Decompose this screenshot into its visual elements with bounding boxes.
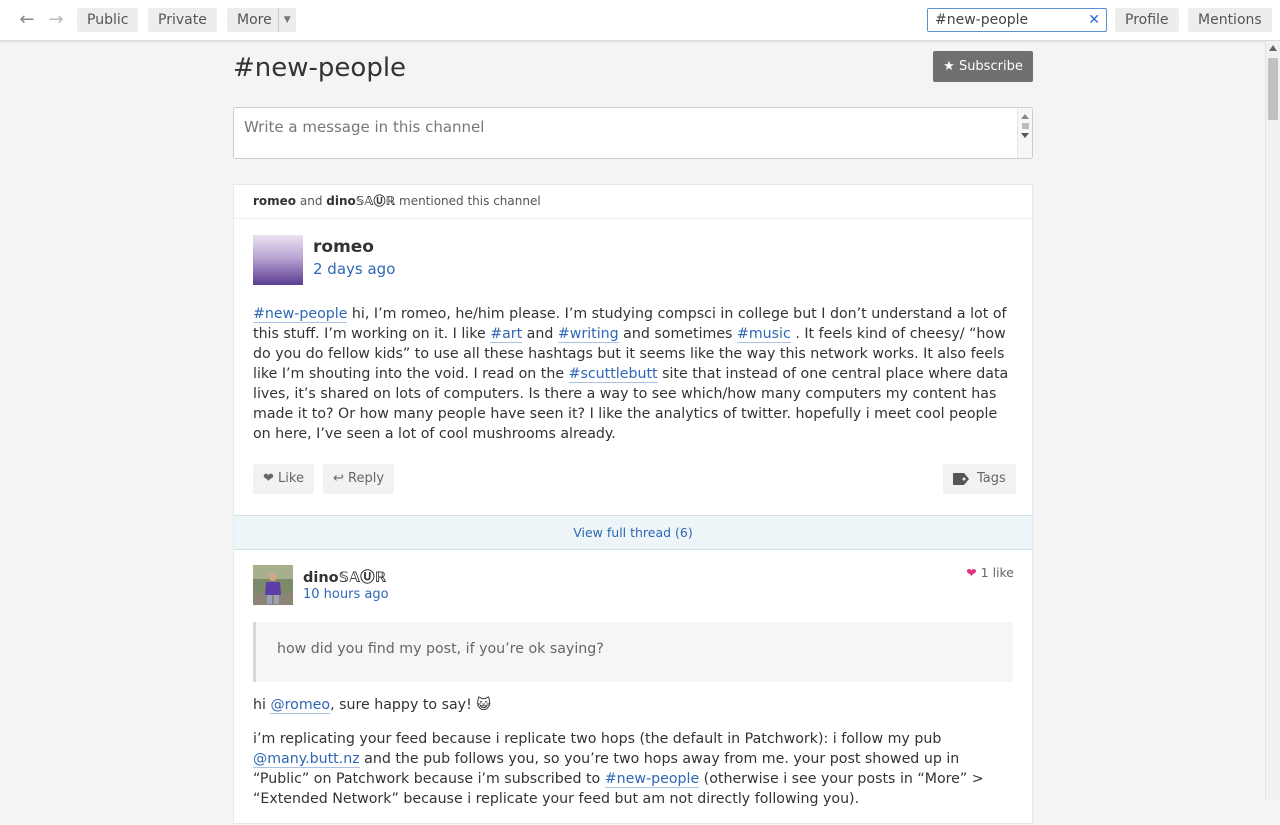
post-timestamp[interactable]: 2 days ago [313, 260, 395, 278]
like-count-label: 1 like [980, 565, 1014, 580]
post-paragraph: hi @romeo, sure happy to say! 😺 [253, 695, 1014, 715]
mention-link[interactable]: @romeo [270, 697, 331, 714]
tab-mentions[interactable]: Mentions [1188, 8, 1272, 32]
page-scrollbar[interactable] [1265, 41, 1280, 800]
post-text: and sometimes [618, 326, 737, 342]
back-arrow-icon[interactable]: ← [17, 10, 37, 30]
compose-scrollbar[interactable] [1017, 108, 1032, 158]
scroll-up-icon[interactable] [1269, 45, 1277, 51]
post-text: and [522, 326, 558, 342]
scrollbar-thumb[interactable] [1022, 123, 1029, 129]
forward-arrow-icon[interactable]: → [46, 10, 66, 30]
avatar[interactable] [253, 235, 303, 285]
tags-button[interactable]: Tags [943, 464, 1016, 494]
post-text: hi [253, 697, 271, 713]
post-dino: dino𝕊𝔸Ⓤℝ 10 hours ago ❤ 1 like how did y… [253, 565, 1014, 825]
avatar[interactable] [253, 565, 293, 605]
message-compose-field[interactable]: Write a message in this channel [233, 107, 1033, 159]
like-button[interactable]: ❤ Like [253, 464, 314, 494]
tab-profile[interactable]: Profile [1115, 8, 1179, 32]
hashtag-link[interactable]: #new-people [253, 306, 348, 323]
close-icon[interactable]: ✕ [1088, 9, 1100, 31]
mention-and: and [299, 194, 323, 208]
top-navbar: ← → Public Private More ▼ #new-people ✕ … [0, 0, 1280, 41]
scrollbar-thumb[interactable] [1268, 58, 1278, 120]
reply-button[interactable]: ↩ Reply [323, 464, 395, 494]
tab-public[interactable]: Public [77, 8, 139, 32]
hashtag-link[interactable]: #new-people [604, 771, 700, 788]
mention-user[interactable]: dino𝕊𝔸Ⓤℝ [326, 194, 395, 208]
view-thread-link[interactable]: View full thread (6) [234, 515, 1032, 550]
tab-more[interactable]: More ▼ [227, 8, 296, 32]
compose-placeholder: Write a message in this channel [244, 118, 485, 136]
heart-icon: ❤ [966, 565, 977, 580]
mention-summary: romeo and dino𝕊𝔸Ⓤℝ mentioned this channe… [234, 185, 1032, 219]
hashtag-link[interactable]: #art [490, 326, 523, 343]
post-timestamp[interactable]: 10 hours ago [303, 587, 389, 602]
tag-icon [953, 473, 969, 485]
tab-more-label: More [237, 12, 272, 28]
thread-card: romeo and dino𝕊𝔸Ⓤℝ mentioned this channe… [233, 184, 1033, 824]
page-title: #new-people [233, 53, 407, 83]
mention-suffix: mentioned this channel [399, 194, 541, 208]
search-input[interactable]: #new-people ✕ [927, 8, 1107, 32]
mention-link[interactable]: @many.butt.nz [253, 751, 360, 768]
author-name[interactable]: dino𝕊𝔸Ⓤℝ [303, 566, 386, 587]
post-body: #new-people hi, I’m romeo, he/him please… [253, 304, 1014, 444]
mention-user[interactable]: romeo [253, 194, 296, 208]
search-input-value: #new-people [935, 12, 1029, 28]
hashtag-link[interactable]: #music [736, 326, 791, 343]
chevron-down-icon[interactable]: ▼ [277, 8, 296, 32]
like-count[interactable]: ❤ 1 like [966, 565, 1014, 580]
author-name[interactable]: romeo [313, 237, 374, 257]
tags-label: Tags [977, 471, 1006, 486]
post-text: , sure happy to say! 😺 [330, 697, 492, 713]
scroll-down-icon[interactable] [1021, 133, 1029, 138]
post-paragraph: i’m replicating your feed because i repl… [253, 729, 1014, 809]
tab-private[interactable]: Private [148, 8, 217, 32]
quoted-text: how did you find my post, if you’re ok s… [253, 622, 1013, 682]
post-romeo: romeo 2 days ago #new-people hi, I’m rom… [253, 235, 1016, 515]
subscribe-button[interactable]: ★ Subscribe [933, 51, 1033, 82]
post-text: i’m replicating your feed because i repl… [253, 731, 942, 747]
hashtag-link[interactable]: #scuttlebutt [568, 366, 658, 383]
avatar-photo [253, 565, 293, 605]
scroll-up-icon[interactable] [1021, 114, 1029, 119]
hashtag-link[interactable]: #writing [557, 326, 619, 343]
